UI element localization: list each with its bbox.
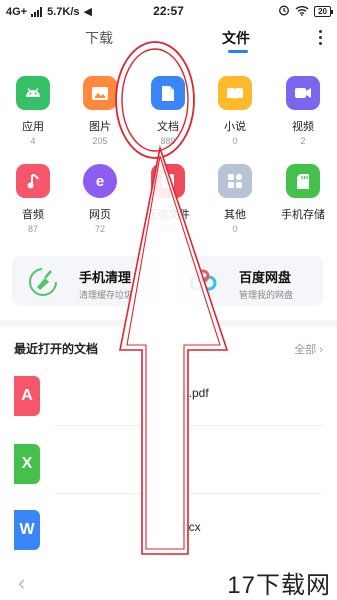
category-label: 应用	[22, 121, 44, 133]
broom-icon	[26, 265, 60, 297]
status-bar: 4G+ 5.7K/s ◀ 22:57 20	[0, 0, 337, 24]
word-file-icon: W	[14, 510, 40, 550]
category-label: 小说	[224, 121, 246, 133]
card-subtitle: 管理我的网盘	[239, 290, 294, 300]
alarm-icon	[278, 4, 290, 19]
battery-icon: 20	[314, 6, 333, 17]
category-label: 手机存储	[281, 209, 325, 221]
category-label: 网页	[89, 209, 111, 221]
category-videos[interactable]: 视频 2	[273, 76, 333, 147]
more-menu-icon[interactable]	[317, 30, 323, 45]
pdf-file-icon: A	[14, 376, 40, 416]
category-audio[interactable]: 音频 87	[3, 164, 63, 235]
section-divider	[0, 320, 337, 326]
recent-doc-item[interactable]: X	[0, 432, 337, 494]
document-icon	[151, 76, 185, 110]
tab-files[interactable]: 文件	[222, 28, 250, 48]
sd-card-icon	[286, 164, 320, 198]
cloud-icon	[186, 265, 220, 297]
category-phone-storage[interactable]: 手机存储	[273, 164, 333, 235]
music-icon	[16, 164, 50, 198]
category-label: 视频	[292, 121, 314, 133]
category-count: 889	[160, 136, 176, 146]
category-count: 0	[232, 136, 238, 146]
category-archives[interactable]: 压缩文件 440	[138, 164, 198, 235]
baidu-netdisk-card[interactable]: 百度网盘 管理我的网盘	[172, 256, 323, 306]
status-right: 20	[278, 4, 333, 19]
row-divider	[55, 425, 323, 426]
excel-file-icon: X	[14, 444, 40, 484]
wifi-icon	[295, 5, 309, 19]
category-count: 4	[30, 136, 36, 146]
all-label: 全部	[294, 344, 317, 356]
category-pictures[interactable]: 图片 205	[70, 76, 130, 147]
phone-clean-card[interactable]: 手机清理 清理缓存垃圾	[12, 256, 164, 306]
category-count: 72	[94, 224, 105, 234]
archive-icon	[151, 164, 185, 198]
back-arrow-icon[interactable]: ‹	[18, 570, 25, 596]
video-icon	[286, 76, 320, 110]
recent-docs-title: 最近打开的文档	[14, 342, 99, 356]
category-novels[interactable]: 小说 0	[205, 76, 265, 147]
top-tabs: 下载 文件	[0, 28, 337, 53]
category-count: 0	[232, 224, 238, 234]
doc-name: g.pdf	[182, 386, 209, 400]
web-icon: e	[83, 164, 117, 198]
picture-icon	[83, 76, 117, 110]
category-count: 440	[160, 224, 176, 234]
category-apps[interactable]: 应用 4	[3, 76, 63, 147]
recent-doc-item[interactable]: W ocx	[0, 498, 337, 560]
card-title: 手机清理	[79, 270, 132, 285]
recent-all-link[interactable]: 全部 ›	[294, 341, 323, 357]
recent-doc-item[interactable]: A g.pdf	[0, 364, 337, 426]
category-documents[interactable]: 文档 889	[138, 76, 198, 147]
active-tab-indicator	[228, 50, 248, 53]
category-label: 文档	[157, 121, 179, 133]
doc-name: ocx	[182, 520, 201, 534]
watermark: 17下载网	[227, 572, 331, 599]
chevron-right-icon: ›	[319, 344, 323, 356]
row-divider	[55, 493, 323, 494]
book-icon	[218, 76, 252, 110]
category-count: 205	[92, 136, 108, 146]
category-count: 2	[300, 136, 306, 146]
category-count: 87	[27, 224, 38, 234]
category-other[interactable]: 其他 0	[205, 164, 265, 235]
grid-icon	[218, 164, 252, 198]
android-icon	[16, 76, 50, 110]
category-label: 音频	[22, 209, 44, 221]
battery-level: 20	[318, 7, 327, 16]
category-label: 图片	[89, 121, 111, 133]
tab-download[interactable]: 下载	[85, 28, 113, 48]
card-subtitle: 清理缓存垃圾	[79, 290, 134, 300]
category-count	[273, 224, 333, 235]
category-web[interactable]: e 网页 72	[70, 164, 130, 235]
card-title: 百度网盘	[239, 270, 292, 285]
category-label: 压缩文件	[146, 209, 190, 221]
category-label: 其他	[224, 209, 246, 221]
